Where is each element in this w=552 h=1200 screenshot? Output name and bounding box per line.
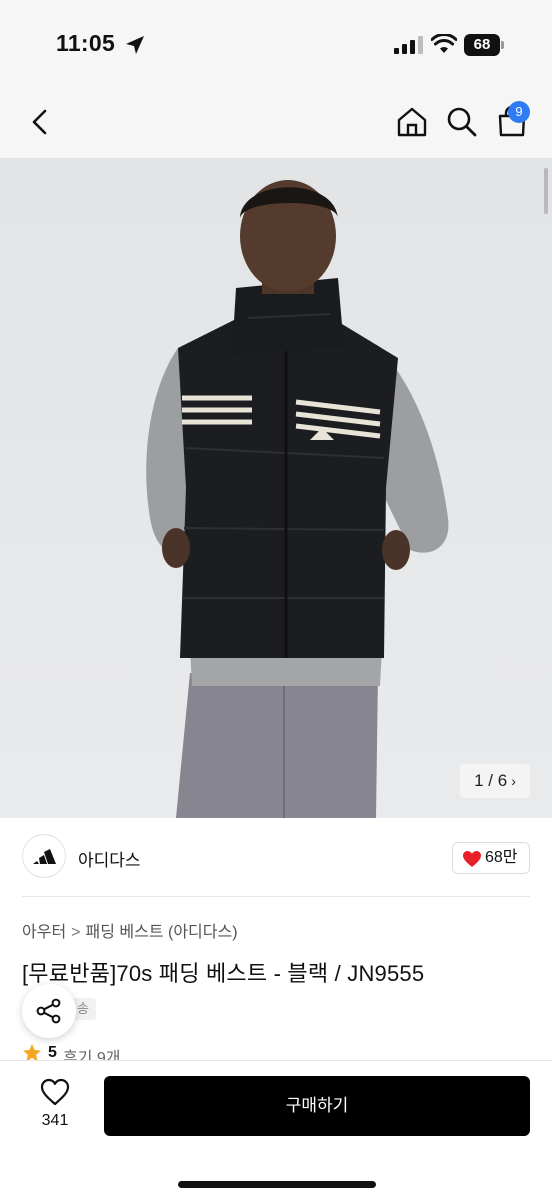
brand-like-count: 68만	[485, 849, 518, 866]
back-chevron-icon[interactable]	[24, 104, 56, 140]
image-page-counter[interactable]: 1 / 6 ›	[460, 764, 530, 798]
cart-badge: 9	[508, 101, 530, 123]
divider	[22, 896, 530, 897]
heart-icon	[463, 851, 481, 867]
brand-name[interactable]: 아디다스	[78, 846, 141, 871]
product-title: [무료반품]70s 패딩 베스트 - 블랙 / JN9555	[22, 961, 425, 986]
wishlist-count: 341	[41, 1112, 69, 1129]
breadcrumb-separator: >	[71, 924, 81, 941]
battery-icon: 68	[464, 34, 504, 56]
signal-icon	[394, 36, 423, 54]
breadcrumb: 아우터 > 패딩 베스트 (아디다스)	[22, 918, 238, 942]
image-counter-text: 1 / 6	[474, 771, 508, 790]
buy-button[interactable]: 구매하기	[104, 1076, 530, 1136]
share-button[interactable]	[22, 984, 76, 1038]
status-time: 11:05	[56, 30, 116, 56]
scroll-indicator[interactable]	[544, 168, 548, 214]
product-image[interactable]	[0, 158, 552, 818]
battery-level: 68	[464, 34, 500, 56]
wishlist-button[interactable]: 341	[30, 1074, 80, 1134]
product-photo	[0, 158, 552, 818]
nav-bar	[0, 90, 552, 158]
adidas-logo	[33, 849, 56, 864]
wifi-icon	[431, 34, 457, 53]
brand-logo[interactable]	[22, 834, 66, 878]
breadcrumb-item[interactable]: 아우터	[22, 924, 66, 941]
location-arrow-icon	[126, 36, 144, 54]
search-icon[interactable]	[444, 104, 480, 140]
battery-cap	[501, 41, 504, 49]
brand-row: 아디다스 68만	[0, 818, 552, 896]
share-icon	[36, 998, 61, 1024]
heart-outline-icon	[40, 1078, 70, 1106]
chevron-right-icon: ›	[511, 773, 516, 789]
status-bar: 11:05 68	[0, 0, 552, 90]
brand-like-button[interactable]: 68만	[452, 842, 530, 874]
breadcrumb-item[interactable]: 패딩 베스트 (아디다스)	[86, 924, 238, 941]
home-indicator[interactable]	[178, 1181, 376, 1188]
home-icon[interactable]	[394, 104, 430, 140]
